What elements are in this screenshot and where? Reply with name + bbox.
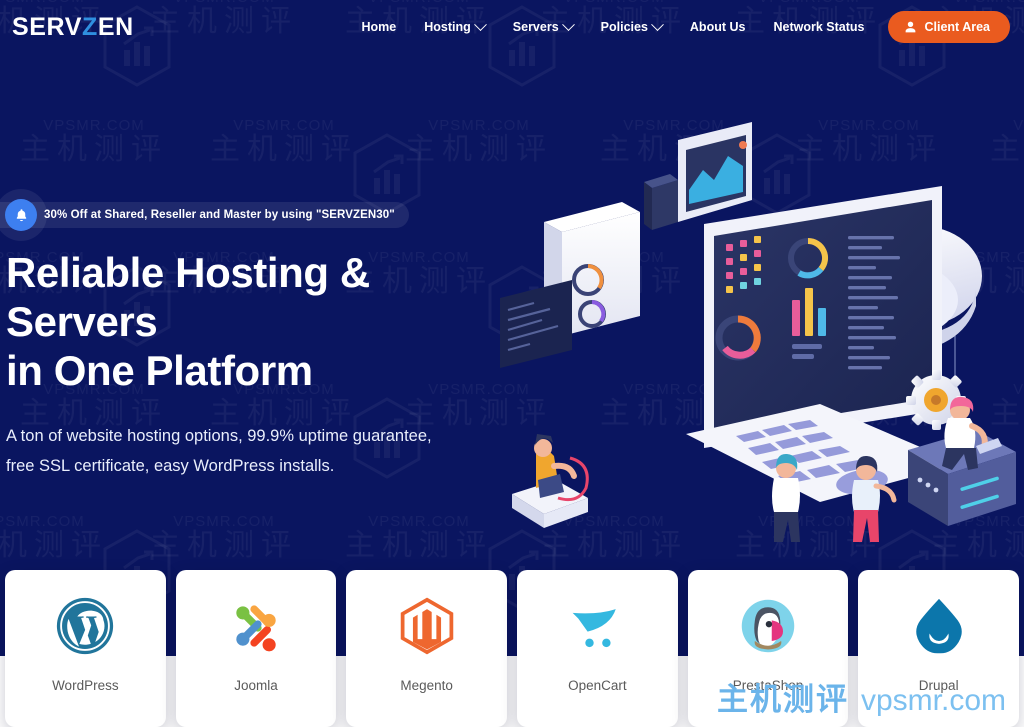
app-card-label: Drupal [918, 678, 959, 693]
nav-item-label: Servers [512, 20, 559, 34]
nav-item-about-us[interactable]: About Us [676, 12, 760, 42]
watermark-tile-domain: VPSMR.COM [43, 117, 145, 134]
watermark-tile: VPSMR.COM主机测评 [210, 118, 358, 165]
logo-part-1: SERV [12, 12, 83, 41]
nav-item-label: Policies [600, 20, 648, 34]
client-area-button[interactable]: Client Area [888, 11, 1010, 43]
logo-accent-letter: Z [82, 12, 98, 41]
page-title: Reliable Hosting & Servers in One Platfo… [6, 248, 526, 395]
logo-part-2: EN [97, 12, 134, 41]
watermark-tile: VPSMR.COM主机测评 [0, 514, 108, 561]
hero-title-line-2: in One Platform [6, 347, 313, 394]
hero-copy: Reliable Hosting & Servers in One Platfo… [6, 248, 526, 481]
wordpress-icon [55, 596, 115, 656]
main-nav: Home Hosting Servers Policies About Us Networ… [348, 11, 1024, 43]
hero-title-line-1: Reliable Hosting & Servers [6, 249, 370, 345]
opencart-icon [567, 596, 627, 656]
app-card-label: OpenCart [568, 678, 627, 693]
nav-item-network-status[interactable]: Network Status [759, 12, 878, 42]
client-area-button-label: Client Area [924, 20, 990, 34]
app-cards-strip: WordPress Joomla Megento OpenCart Presta… [0, 570, 1024, 727]
user-icon [906, 21, 916, 33]
nav-item-servers[interactable]: Servers [499, 12, 587, 42]
watermark-tile-cn: 主机测评 [210, 132, 358, 166]
hero-illustration [500, 104, 1020, 544]
app-card-drupal[interactable]: Drupal [858, 570, 1020, 727]
drupal-icon [909, 596, 969, 656]
promo-banner[interactable]: 30% Off at Shared, Reseller and Master b… [0, 189, 409, 241]
top-navigation-bar: SERVZEN Home Hosting Servers Policies About … [0, 0, 1024, 54]
hero-section: VPSMR.COM主机测评VPSMR.COM主机测评VPSMR.COM主机测评V… [0, 0, 1024, 656]
app-card-label: PrestaShop [732, 678, 804, 693]
app-card-wordpress[interactable]: WordPress [5, 570, 166, 727]
watermark-tile-cn: 主机测评 [345, 528, 493, 562]
hero-sub-line-1: A ton of website hosting options, 99.9% … [6, 427, 432, 445]
page-root: VPSMR.COM主机测评VPSMR.COM主机测评VPSMR.COM主机测评V… [0, 0, 1024, 727]
watermark-tile-cn: 主机测评 [150, 528, 298, 562]
chevron-down-icon [561, 17, 575, 31]
nav-item-label: Network Status [773, 20, 865, 34]
nav-item-label: Hosting [424, 20, 471, 34]
watermark-tile-domain: VPSMR.COM [368, 513, 470, 530]
app-card-label: WordPress [52, 678, 119, 693]
watermark-tile-cn: 主机测评 [0, 528, 108, 562]
app-card-label: Joomla [234, 678, 278, 693]
app-card-joomla[interactable]: Joomla [175, 570, 337, 727]
logo[interactable]: SERVZEN [12, 13, 134, 42]
watermark-tile-domain: VPSMR.COM [173, 513, 275, 530]
prestashop-icon [738, 596, 798, 656]
nav-item-home[interactable]: Home [348, 12, 411, 42]
watermark-tile-cn: 主机测评 [20, 132, 168, 166]
magento-icon [397, 596, 457, 656]
nav-item-label: Home [361, 20, 397, 34]
promo-pill[interactable]: 30% Off at Shared, Reseller and Master b… [0, 202, 409, 228]
app-card-label: Megento [400, 678, 453, 693]
app-card-megento[interactable]: Megento [346, 570, 508, 727]
promo-text: 30% Off at Shared, Reseller and Master b… [44, 209, 395, 221]
app-card-opencart[interactable]: OpenCart [517, 570, 678, 727]
nav-item-label: About Us [689, 20, 746, 34]
watermark-tile: VPSMR.COM主机测评 [150, 514, 298, 561]
watermark-tile-domain: VPSMR.COM [233, 117, 335, 134]
hero-sub-line-2: free SSL certificate, easy WordPress ins… [6, 457, 335, 475]
chevron-down-icon [473, 17, 487, 31]
nav-item-policies[interactable]: Policies [587, 12, 676, 42]
watermark-tile: VPSMR.COM主机测评 [20, 118, 168, 165]
watermark-tile-domain: VPSMR.COM [0, 513, 85, 530]
joomla-icon [226, 596, 286, 656]
watermark-tile: VPSMR.COM主机测评 [345, 514, 493, 561]
nav-item-hosting[interactable]: Hosting [410, 12, 499, 42]
chevron-down-icon [651, 17, 664, 31]
app-card-prestashop[interactable]: PrestaShop [687, 570, 849, 727]
hero-subtitle: A ton of website hosting options, 99.9% … [6, 421, 526, 481]
